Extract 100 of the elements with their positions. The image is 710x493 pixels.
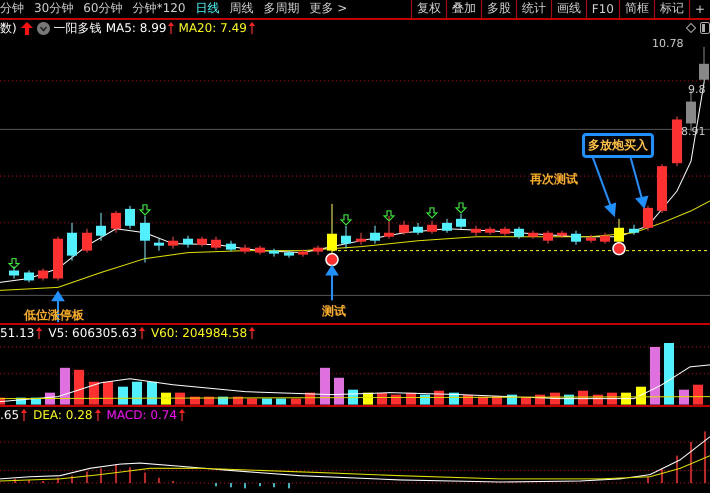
candlestick <box>514 226 524 240</box>
period-tab[interactable]: 分钟 <box>0 0 24 18</box>
period-tab[interactable]: 多周期 <box>263 0 300 18</box>
candlestick <box>657 164 667 214</box>
arrow <box>325 264 339 300</box>
candlestick <box>500 226 510 236</box>
candlestick <box>168 236 178 250</box>
volume-bar <box>420 394 430 405</box>
volume-bar <box>175 392 185 405</box>
candlestick <box>154 238 164 252</box>
candlestick <box>96 212 106 242</box>
volume-bar <box>103 382 113 405</box>
candlestick <box>9 266 19 279</box>
candlestick <box>600 232 610 244</box>
candlestick <box>543 230 553 244</box>
up-arrow-icon <box>20 22 33 35</box>
down-arrow-icon <box>382 210 396 222</box>
candlestick <box>53 236 63 281</box>
period-tab[interactable]: 更多 > <box>309 0 348 18</box>
candlestick <box>413 222 423 236</box>
candlestick <box>313 245 323 255</box>
toolbar-button[interactable]: 简框 <box>618 0 654 18</box>
up-arrow-icon <box>168 22 174 34</box>
down-arrow-icon <box>138 204 152 216</box>
toolbar-button[interactable]: F10 <box>586 0 619 18</box>
toggle-icon[interactable] <box>700 22 710 34</box>
price-label: 10.78 <box>652 36 684 50</box>
volume-value: V5: 606305.63 <box>48 326 137 340</box>
candlestick <box>38 268 48 281</box>
candlestick <box>370 225 380 244</box>
dropdown-icon[interactable] <box>36 22 50 35</box>
candlestick <box>211 236 221 250</box>
candlestick <box>629 224 639 236</box>
volume-bar <box>334 378 344 405</box>
candlestick <box>699 46 709 82</box>
candlestick <box>485 226 495 236</box>
volume-bar <box>507 394 517 405</box>
period-tab[interactable]: 30分钟 <box>34 0 74 18</box>
period-tab[interactable]: 分钟*120 <box>132 0 186 18</box>
down-arrow-icon <box>426 207 438 218</box>
toolbar-button[interactable]: 多股 <box>480 0 516 18</box>
toolbar-button[interactable]: 复权 <box>410 0 446 18</box>
candlestick <box>427 220 437 234</box>
candlestick <box>341 225 351 250</box>
candlestick <box>183 235 193 248</box>
period-tab[interactable]: 60分钟 <box>83 0 123 18</box>
toolbar-button[interactable]: 标记 <box>654 0 689 18</box>
candlestick <box>269 248 279 257</box>
indicator-value: MA5: 8.99 <box>106 21 166 36</box>
candlestick <box>672 116 682 167</box>
volume-bar <box>74 370 84 405</box>
candlestick <box>442 218 452 234</box>
toolbar-button[interactable]: 画线 <box>550 0 586 18</box>
volume-bar <box>60 368 70 405</box>
candlestick <box>197 236 207 248</box>
up-arrow-icon <box>36 327 42 340</box>
volume-bar <box>664 342 674 405</box>
volume-bar <box>391 394 401 405</box>
candlestick <box>384 215 394 240</box>
down-arrow-icon <box>340 214 352 226</box>
candlestick <box>284 250 294 258</box>
volume-bar <box>118 386 128 405</box>
up-arrow-icon <box>248 22 255 34</box>
volume-bar <box>636 386 646 405</box>
volume-value: 51.13 <box>0 326 34 340</box>
candlestick <box>226 240 236 252</box>
candlestick <box>82 228 92 254</box>
annotation-text: 再次测试 <box>530 170 578 188</box>
macd-value: .65 <box>0 408 20 422</box>
candlestick <box>399 220 409 236</box>
macd-value: MACD: 0.74 <box>106 408 178 422</box>
candlestick <box>125 205 135 230</box>
buy-signal-label: 多放炮买入 <box>582 132 654 158</box>
candlestick <box>111 210 121 234</box>
volume-bar <box>0 398 5 405</box>
candlestick <box>456 213 466 230</box>
diamond-icon[interactable] <box>686 23 696 34</box>
formula-name[interactable]: 一阳多钱 <box>54 20 102 37</box>
candlestick <box>298 249 308 257</box>
candlestick <box>240 244 250 254</box>
candlestick <box>643 205 653 232</box>
toolbar-button[interactable]: + <box>688 0 710 18</box>
period-tab[interactable]: 日线 <box>195 0 220 18</box>
toolbar-button[interactable]: 统计 <box>516 0 551 18</box>
down-arrow-icon <box>8 258 20 270</box>
candlestick <box>471 225 481 236</box>
candlestick <box>255 245 265 255</box>
candlestick <box>24 270 34 283</box>
volume-bar <box>650 346 660 405</box>
volume-bar <box>693 384 703 405</box>
candlestick <box>528 230 538 240</box>
up-arrow-icon <box>249 327 256 340</box>
volume-value: V60: 204984.58 <box>150 326 248 340</box>
volume-bar <box>291 398 301 405</box>
period-tab[interactable]: 周线 <box>229 0 254 18</box>
volume-bar <box>276 398 286 405</box>
toolbar-button[interactable]: 叠加 <box>446 0 481 18</box>
candlestick <box>67 222 77 261</box>
candlestick <box>140 215 150 263</box>
up-arrow-icon <box>21 408 28 421</box>
